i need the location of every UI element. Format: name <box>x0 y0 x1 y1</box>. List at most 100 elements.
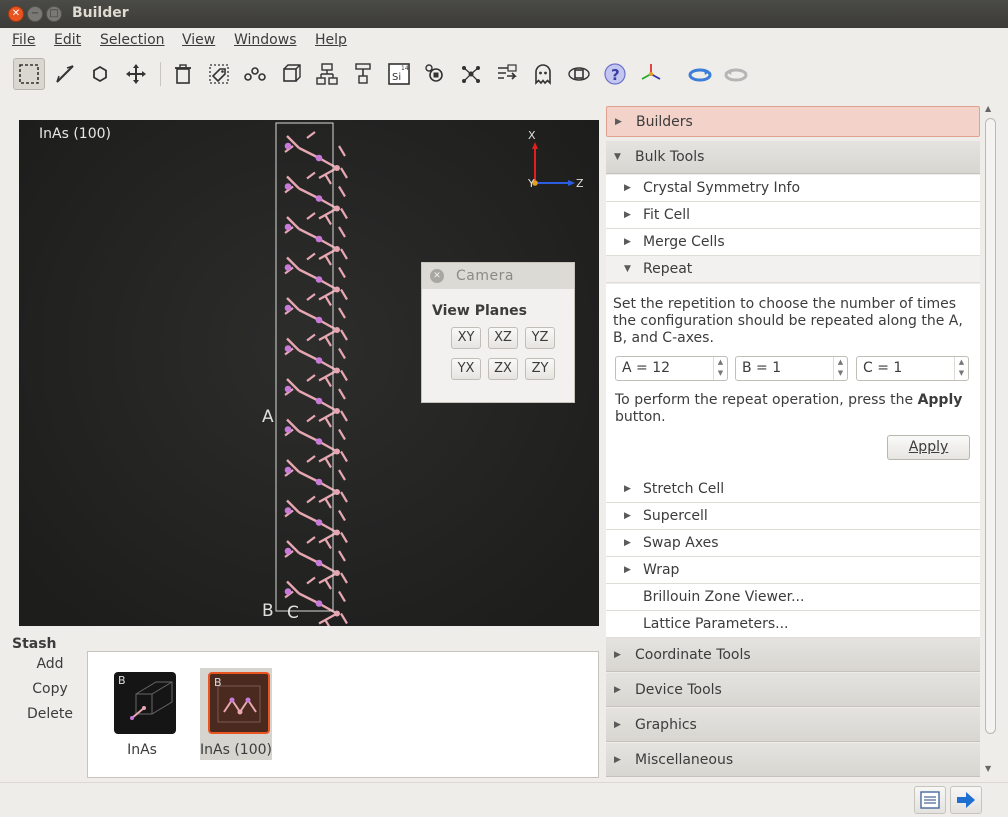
send-to-button[interactable] <box>950 786 982 814</box>
bond <box>306 212 316 220</box>
stash-delete-button[interactable]: Delete <box>20 706 80 722</box>
stash-add-button[interactable]: Add <box>20 656 80 672</box>
element-si-button[interactable]: Si 14 <box>383 58 415 90</box>
view-plane-zx-button[interactable]: ZX <box>488 358 518 380</box>
unit-cell-box <box>275 122 334 612</box>
export-button[interactable] <box>491 58 523 90</box>
section-coordinate-tools[interactable]: ▶ Coordinate Tools <box>606 638 980 672</box>
menu-edit[interactable]: Edit <box>54 32 81 48</box>
tree-down-button[interactable] <box>311 58 343 90</box>
menu-help[interactable]: Help <box>315 32 347 48</box>
close-window-button[interactable]: ✕ <box>8 6 24 22</box>
item-merge-cells[interactable]: ▶ Merge Cells <box>606 229 980 256</box>
cube-icon <box>283 64 301 82</box>
atom-button[interactable] <box>419 58 451 90</box>
repeat-b-spinbox[interactable]: B = 1 ▲ ▼ <box>735 356 848 381</box>
section-device-tools[interactable]: ▶ Device Tools <box>606 673 980 707</box>
select-tool-button[interactable] <box>13 58 45 90</box>
atom-in <box>284 223 292 231</box>
apply-button[interactable]: Apply <box>887 435 970 460</box>
si-element-icon: Si14 <box>388 63 410 85</box>
bond <box>338 388 346 400</box>
bond <box>340 207 348 220</box>
item-brillouin-zone-viewer[interactable]: Brillouin Zone Viewer... <box>606 584 980 611</box>
menu-selection[interactable]: Selection <box>100 32 165 48</box>
scroll-down-icon[interactable]: ▼ <box>985 764 991 773</box>
molecule-chain-button[interactable] <box>239 58 271 90</box>
atom-in <box>315 316 323 324</box>
bond <box>318 490 338 504</box>
view-plane-yx-button[interactable]: YX <box>451 358 481 380</box>
camera-titlebar[interactable]: ✕ Camera <box>422 263 574 289</box>
bond <box>338 347 346 360</box>
section-bulk-tools[interactable]: ▼ Bulk Tools <box>606 141 980 174</box>
maximize-window-button[interactable]: □ <box>46 6 62 22</box>
view-plane-xz-button[interactable]: XZ <box>488 327 518 349</box>
spin-arrows-icon[interactable]: ▲ ▼ <box>713 357 727 380</box>
item-crystal-symmetry-info[interactable]: ▶ Crystal Symmetry Info <box>606 175 980 202</box>
repeat-a-spinbox[interactable]: A = 12 ▲ ▼ <box>615 356 728 381</box>
bond <box>340 612 348 625</box>
view-plane-yz-button[interactable]: YZ <box>525 327 555 349</box>
expand-right-icon: ▶ <box>614 755 621 765</box>
delete-button[interactable] <box>167 58 199 90</box>
scroll-up-icon[interactable]: ▲ <box>985 104 991 113</box>
atom-in <box>315 154 323 162</box>
item-repeat[interactable]: ▼ Repeat <box>606 256 980 283</box>
item-fit-cell[interactable]: ▶ Fit Cell <box>606 202 980 229</box>
move-tool-button[interactable] <box>120 58 152 90</box>
triad-y-label: Y <box>528 177 535 190</box>
spin-arrows-icon[interactable]: ▲ ▼ <box>954 357 968 380</box>
menu-windows[interactable]: Windows <box>234 32 297 48</box>
item-label: Wrap <box>643 562 680 578</box>
measure-tool-button[interactable] <box>49 58 81 90</box>
item-swap-axes[interactable]: ▶ Swap Axes <box>606 530 980 557</box>
atom-as <box>334 529 340 536</box>
section-graphics[interactable]: ▶ Graphics <box>606 708 980 742</box>
ghost-button[interactable] <box>527 58 559 90</box>
tag-button[interactable] <box>203 58 235 90</box>
hint-bold: Apply <box>917 392 963 408</box>
atom-in <box>284 345 292 352</box>
camera-close-icon[interactable]: ✕ <box>430 269 444 283</box>
view-plane-zy-button[interactable]: ZY <box>525 358 555 380</box>
stash-item-label: InAs <box>127 742 157 758</box>
menu-view[interactable]: View <box>182 32 215 48</box>
item-wrap[interactable]: ▶ Wrap <box>606 557 980 584</box>
cube-rotate-button[interactable] <box>563 58 595 90</box>
menu-file[interactable]: File <box>12 32 35 48</box>
bond <box>318 166 338 180</box>
section-miscellaneous[interactable]: ▶ Miscellaneous <box>606 743 980 777</box>
bond <box>340 369 348 382</box>
section-label: Coordinate Tools <box>635 647 751 663</box>
axes-button[interactable] <box>635 58 667 90</box>
view-plane-xy-button[interactable]: XY <box>451 327 481 349</box>
network-button[interactable] <box>455 58 487 90</box>
network-icon <box>462 66 480 83</box>
bond <box>318 571 338 585</box>
item-supercell[interactable]: ▶ Supercell <box>606 503 980 530</box>
help-button[interactable]: ? <box>599 58 631 90</box>
minimize-window-button[interactable]: − <box>27 6 43 22</box>
redo-button[interactable] <box>720 58 752 90</box>
tree-button[interactable] <box>347 58 379 90</box>
scroll-thumb[interactable] <box>985 118 996 734</box>
hexagon-tool-button[interactable] <box>84 58 116 90</box>
undo-button[interactable] <box>684 58 716 90</box>
stash-item-selected[interactable]: B InAs (100) <box>200 668 272 760</box>
bond <box>324 456 332 469</box>
section-label: Device Tools <box>635 682 722 698</box>
section-builders[interactable]: ▶ Builders <box>606 106 980 137</box>
stash-copy-button[interactable]: Copy <box>20 681 80 697</box>
structure-label: InAs (100) <box>39 126 111 142</box>
stash-item[interactable]: B InAs <box>106 668 178 760</box>
spin-arrows-icon[interactable]: ▲ ▼ <box>833 357 847 380</box>
item-stretch-cell[interactable]: ▶ Stretch Cell <box>606 476 980 503</box>
cube-button[interactable] <box>275 58 307 90</box>
repeat-c-spinbox[interactable]: C = 1 ▲ ▼ <box>856 356 969 381</box>
panel-scrollbar[interactable]: ▲ ▼ <box>983 104 997 780</box>
item-lattice-parameters[interactable]: Lattice Parameters... <box>606 611 980 638</box>
log-button[interactable] <box>914 786 946 814</box>
atom-in <box>284 466 292 474</box>
bond <box>324 173 332 185</box>
